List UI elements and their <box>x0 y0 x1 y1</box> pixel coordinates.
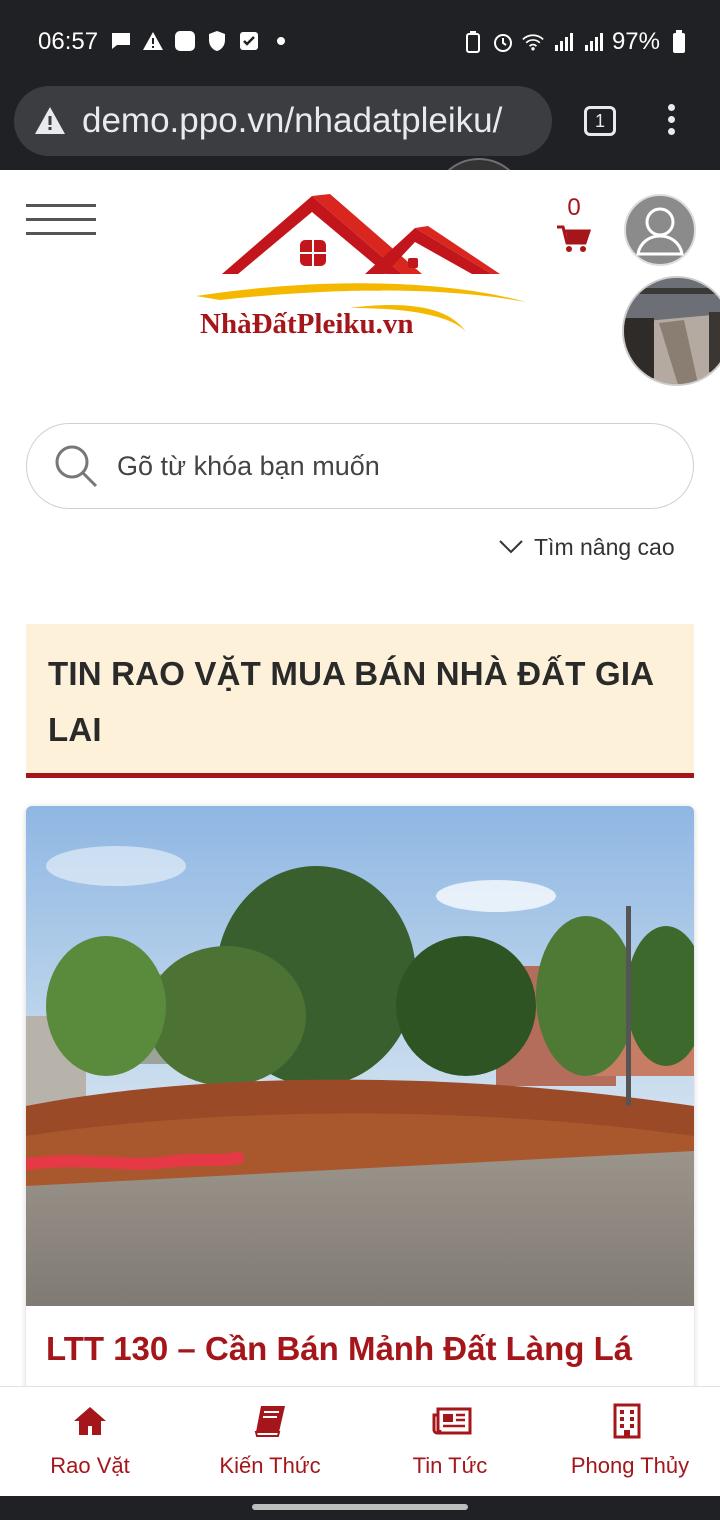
nav-label: Kiến Thức <box>219 1453 321 1478</box>
app-icon <box>174 30 196 52</box>
nav-item-kien-thuc[interactable]: Kiến Thức <box>180 1387 360 1496</box>
battery-icon <box>668 30 690 53</box>
cart-count: 0 <box>567 194 581 221</box>
section-heading: TIN RAO VẶT MUA BÁN NHÀ ĐẤT GIA LAI <box>26 624 694 778</box>
nav-item-rao-vat[interactable]: Rao Vặt <box>0 1387 180 1496</box>
shield-icon <box>206 30 228 52</box>
wifi-icon <box>522 31 544 53</box>
book-icon <box>252 1403 288 1439</box>
message-icon <box>110 30 132 52</box>
tab-switcher-button[interactable]: 1 <box>584 106 616 136</box>
newspaper-icon <box>432 1403 472 1439</box>
section-title: TIN RAO VẶT MUA BÁN NHÀ ĐẤT GIA LAI <box>48 655 654 748</box>
nav-item-tin-tuc[interactable]: Tin Tức <box>360 1387 540 1496</box>
advanced-search-label: Tìm nâng cao <box>534 534 675 560</box>
nav-label: Tin Tức <box>412 1453 488 1478</box>
bottom-navigation: Rao Vặt Kiến Thức Tin Tức Phong Thủy <box>0 1386 720 1496</box>
site-header: NhàĐấtPleiku.vn 0 <box>0 170 720 400</box>
cart-icon <box>556 224 592 259</box>
chevron-down-icon <box>498 534 524 561</box>
notification-icons <box>110 30 292 52</box>
search-box[interactable] <box>26 423 694 509</box>
user-account-icon[interactable] <box>624 194 696 266</box>
building-icon <box>612 1403 648 1439</box>
nav-label: Phong Thủy <box>570 1453 690 1478</box>
nav-label: Rao Vặt <box>50 1453 130 1478</box>
browser-toolbar: demo.ppo.vn/nhadatpleiku/ 1 <box>0 86 720 252</box>
listing-title[interactable]: LTT 130 – Cần Bán Mảnh Đất Làng Lá <box>46 1330 632 1368</box>
system-icons: 97% <box>462 28 690 56</box>
address-bar[interactable]: demo.ppo.vn/nhadatpleiku/ <box>14 86 552 156</box>
signal-icon <box>552 31 574 53</box>
listing-photo[interactable] <box>26 806 694 1306</box>
menu-icon[interactable] <box>26 204 96 238</box>
battery-percent: 97% <box>611 28 660 55</box>
logo-text: NhàĐấtPleiku.vn <box>200 308 414 340</box>
warning-icon <box>142 30 164 52</box>
floating-photo-bubble[interactable] <box>622 276 720 386</box>
not-secure-icon[interactable] <box>32 103 68 139</box>
home-icon <box>72 1403 108 1439</box>
home-gesture-handle[interactable] <box>252 1504 468 1510</box>
status-bar: 06:57 97% <box>0 0 720 86</box>
dot-icon <box>270 30 292 52</box>
battery-saver-icon <box>462 31 484 53</box>
alarm-icon <box>492 31 514 53</box>
checkbox-icon <box>238 30 260 52</box>
browser-menu-icon[interactable] <box>664 104 678 138</box>
status-time: 06:57 <box>38 28 99 55</box>
gesture-bar <box>0 1496 720 1520</box>
nav-item-phong-thuy[interactable]: Phong Thủy <box>540 1387 720 1496</box>
search-icon <box>53 443 99 489</box>
advanced-search-toggle[interactable]: Tìm nâng cao <box>498 534 675 561</box>
signal-icon-2 <box>582 31 604 53</box>
url-text[interactable]: demo.ppo.vn/nhadatpleiku/ <box>82 101 542 141</box>
search-input[interactable] <box>117 450 637 482</box>
cart-button[interactable]: 0 <box>552 194 596 254</box>
listing-card[interactable]: LTT 130 – Cần Bán Mảnh Đất Làng Lá <box>26 806 694 1406</box>
